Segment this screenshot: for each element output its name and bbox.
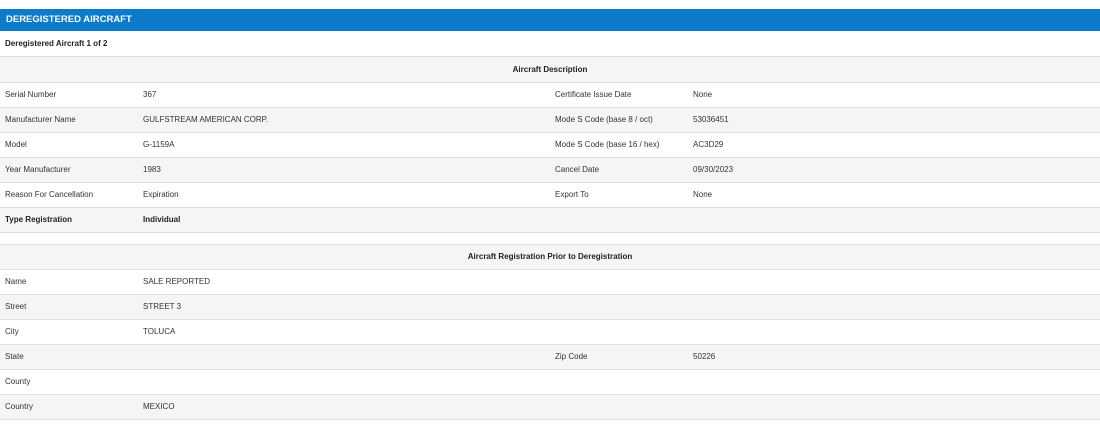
field-label: Model — [0, 132, 138, 158]
field-label: Mode S Code (base 16 / hex) — [550, 132, 688, 158]
field-value — [138, 369, 550, 395]
section-title: Aircraft Registration Prior to Deregistr… — [0, 244, 1100, 270]
field-value: 1983 — [138, 157, 550, 183]
field-value — [688, 294, 1100, 320]
field-value: STREET 3 — [138, 294, 550, 320]
field-label: Name — [0, 269, 138, 295]
field-value: 09/30/2023 — [688, 157, 1100, 183]
section-title: Aircraft Description — [0, 57, 1100, 83]
table-row: Model G-1159A Mode S Code (base 16 / hex… — [0, 132, 1100, 158]
field-value — [688, 394, 1100, 420]
field-value — [688, 319, 1100, 345]
field-value: G-1159A — [138, 132, 550, 158]
table-row: Manufacturer Name GULFSTREAM AMERICAN CO… — [0, 107, 1100, 133]
field-label: State — [0, 344, 138, 370]
table-row: Reason For Cancellation Expiration Expor… — [0, 182, 1100, 208]
spacer-cell — [0, 232, 1100, 245]
field-label — [550, 294, 688, 320]
table-row: Name SALE REPORTED — [0, 269, 1100, 295]
field-value: None — [688, 182, 1100, 208]
table-row: Year Manufacturer 1983 Cancel Date 09/30… — [0, 157, 1100, 183]
field-label: Mode S Code (base 8 / oct) — [550, 107, 688, 133]
field-value — [688, 269, 1100, 295]
field-value: Expiration — [138, 182, 550, 208]
table-row: County — [0, 369, 1100, 395]
spacer-row — [0, 232, 1100, 245]
aircraft-details-table: Aircraft Description Serial Number 367 C… — [0, 57, 1100, 420]
field-value: 53036451 — [688, 107, 1100, 133]
field-value: AC3D29 — [688, 132, 1100, 158]
field-label: Reason For Cancellation — [0, 182, 138, 208]
table-row: Country MEXICO — [0, 394, 1100, 420]
field-label — [550, 319, 688, 345]
field-label: Zip Code — [550, 344, 688, 370]
deregistered-aircraft-panel: DEREGISTERED AIRCRAFT Deregistered Aircr… — [0, 9, 1100, 420]
section-header-aircraft-description: Aircraft Description — [0, 57, 1100, 83]
field-value — [688, 369, 1100, 395]
section-header-registration-prior: Aircraft Registration Prior to Deregistr… — [0, 244, 1100, 270]
field-value: 367 — [138, 82, 550, 108]
field-label: Manufacturer Name — [0, 107, 138, 133]
field-label — [550, 207, 688, 233]
field-value: None — [688, 82, 1100, 108]
field-value: SALE REPORTED — [138, 269, 550, 295]
field-label: City — [0, 319, 138, 345]
record-count-subtitle: Deregistered Aircraft 1 of 2 — [0, 31, 1100, 57]
field-label: Street — [0, 294, 138, 320]
field-label: County — [0, 369, 138, 395]
field-value: GULFSTREAM AMERICAN CORP. — [138, 107, 550, 133]
table-row: Serial Number 367 Certificate Issue Date… — [0, 82, 1100, 108]
field-label: Type Registration — [0, 207, 138, 233]
field-value — [688, 207, 1100, 233]
table-row: Street STREET 3 — [0, 294, 1100, 320]
field-label: Year Manufacturer — [0, 157, 138, 183]
table-row: State Zip Code 50226 — [0, 344, 1100, 370]
field-value: TOLUCA — [138, 319, 550, 345]
table-row: Type Registration Individual — [0, 207, 1100, 233]
field-label — [550, 369, 688, 395]
field-label — [550, 269, 688, 295]
field-value: 50226 — [688, 344, 1100, 370]
field-value — [138, 344, 550, 370]
field-value: MEXICO — [138, 394, 550, 420]
field-label: Cancel Date — [550, 157, 688, 183]
field-label: Serial Number — [0, 82, 138, 108]
table-row: City TOLUCA — [0, 319, 1100, 345]
field-label: Country — [0, 394, 138, 420]
field-value: Individual — [138, 207, 550, 233]
panel-title: DEREGISTERED AIRCRAFT — [0, 9, 1100, 31]
field-label — [550, 394, 688, 420]
field-label: Certificate Issue Date — [550, 82, 688, 108]
field-label: Export To — [550, 182, 688, 208]
